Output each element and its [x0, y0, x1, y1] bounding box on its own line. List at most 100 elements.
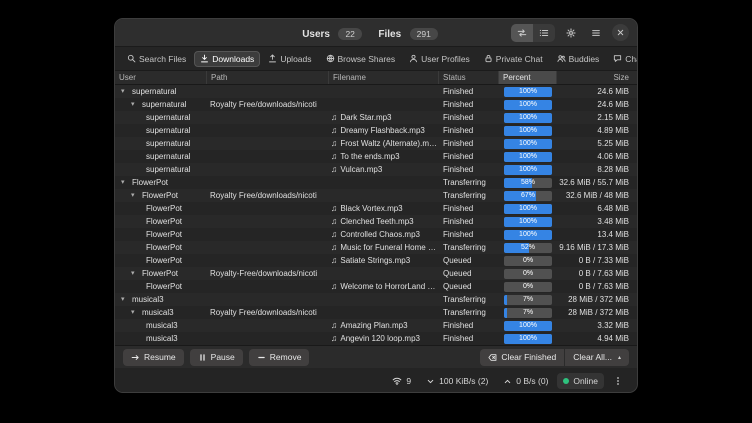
table-row[interactable]: FlowerPot♫Satiate Strings.mp3Queued0%0 B… — [115, 254, 637, 267]
size-cell: 6.48 MiB — [557, 205, 637, 213]
status-cell: Finished — [439, 88, 499, 96]
size-cell: 9.16 MiB / 17.3 MiB — [557, 244, 637, 252]
user-cell: FlowerPot — [146, 283, 182, 291]
table-row[interactable]: supernatural♫To the ends.mp3Finished100%… — [115, 150, 637, 163]
expander-icon[interactable]: ▾ — [121, 179, 129, 186]
tab-user-profiles[interactable]: User Profiles — [403, 51, 476, 67]
remove-button[interactable]: Remove — [249, 349, 310, 366]
table-row[interactable]: supernatural♫Dreamy Flashback.mp3Finishe… — [115, 124, 637, 137]
expander-icon[interactable]: ▾ — [131, 101, 139, 108]
table-row[interactable]: ▾musical3Royalty Free/downloads/nicotiTr… — [115, 306, 637, 319]
main-menu-button[interactable] — [587, 24, 605, 42]
percent-label: 0% — [504, 256, 552, 266]
status-cell: Transferring — [439, 192, 499, 200]
table-row[interactable]: ▾supernaturalRoyalty Free/downloads/nico… — [115, 98, 637, 111]
size-cell: 24.6 MiB — [557, 88, 637, 96]
upload-rate-indicator[interactable]: 0 B/s (0) — [497, 373, 554, 389]
table-row[interactable]: ▾FlowerPotRoyalty-Free/downloads/nicotiQ… — [115, 267, 637, 280]
column-header-path[interactable]: Path — [207, 71, 329, 84]
music-note-icon: ♫ — [331, 256, 337, 265]
tab-label: Browse Shares — [338, 54, 396, 64]
tab-buddies[interactable]: Buddies — [551, 51, 606, 67]
upload-icon — [268, 54, 277, 63]
table-row[interactable]: FlowerPot♫Music for Funeral Home - PartT… — [115, 241, 637, 254]
user-cell: musical3 — [132, 296, 164, 304]
files-count-badge: 291 — [410, 28, 438, 40]
music-note-icon: ♫ — [331, 230, 337, 239]
tab-private-chat[interactable]: Private Chat — [478, 51, 549, 67]
table-row[interactable]: musical3♫Angevin 120 loop.mp3Finished100… — [115, 332, 637, 345]
status-cell: Transferring — [439, 244, 499, 252]
filename-cell: Dreamy Flashback.mp3 — [340, 127, 424, 135]
expander-icon[interactable]: ▾ — [121, 296, 129, 303]
status-menu-button[interactable] — [607, 373, 629, 389]
expander-icon[interactable]: ▾ — [131, 309, 139, 316]
table-row[interactable]: ▾musical3Transferring7%28 MiB / 372 MiB — [115, 293, 637, 306]
connections-indicator[interactable]: 9 — [386, 373, 417, 389]
column-header-size[interactable]: Size — [557, 71, 637, 84]
path-cell: Royalty-Free/downloads/nicoti — [207, 270, 329, 278]
expander-icon[interactable]: ▾ — [131, 192, 139, 199]
size-cell: 28 MiB / 372 MiB — [557, 309, 637, 317]
tab-uploads[interactable]: Uploads — [262, 51, 317, 67]
online-status-button[interactable]: Online — [557, 373, 604, 389]
tab-search-files[interactable]: Search Files — [121, 51, 192, 67]
download-rate-indicator[interactable]: 100 KiB/s (2) — [420, 373, 494, 389]
progress-bar: 52% — [504, 243, 552, 253]
status-cell: Finished — [439, 153, 499, 161]
table-row[interactable]: supernatural♫Dark Star.mp3Finished100%2.… — [115, 111, 637, 124]
pause-button[interactable]: Pause — [190, 349, 243, 366]
clear-finished-button[interactable]: Clear Finished — [480, 349, 564, 366]
percent-label: 52% — [504, 243, 552, 253]
table-row[interactable]: FlowerPot♫Black Vortex.mp3Finished100%6.… — [115, 202, 637, 215]
size-cell: 13.4 MiB — [557, 231, 637, 239]
resume-button[interactable]: Resume — [123, 349, 184, 366]
tab-downloads[interactable]: Downloads — [194, 51, 260, 67]
hamburger-menu-icon — [591, 28, 601, 38]
table-row[interactable]: ▾FlowerPotRoyalty Free/downloads/nicotiT… — [115, 189, 637, 202]
music-note-icon: ♫ — [331, 217, 337, 226]
percent-label: 7% — [504, 308, 552, 318]
buddies-icon — [557, 54, 566, 63]
user-cell: FlowerPot — [146, 231, 182, 239]
column-header-status[interactable]: Status — [439, 71, 499, 84]
table-row[interactable]: ▾supernaturalFinished100%24.6 MiB — [115, 85, 637, 98]
size-cell: 4.89 MiB — [557, 127, 637, 135]
online-label: Online — [573, 376, 598, 386]
column-header-percent[interactable]: Percent — [499, 71, 557, 84]
preferences-button[interactable] — [562, 24, 580, 42]
tab-browse-shares[interactable]: Browse Shares — [320, 51, 402, 67]
column-header-user[interactable]: User — [115, 71, 207, 84]
user-cell: FlowerPot — [142, 270, 178, 278]
expander-icon[interactable]: ▾ — [131, 270, 139, 277]
status-cell: Finished — [439, 101, 499, 109]
table-row[interactable]: ▾FlowerPotTransferring58%32.6 MiB / 55.7… — [115, 176, 637, 189]
expander-icon[interactable]: ▾ — [121, 88, 129, 95]
music-note-icon: ♫ — [331, 139, 337, 148]
close-button[interactable] — [612, 24, 629, 41]
progress-bar: 67% — [504, 191, 552, 201]
backspace-icon — [488, 353, 497, 362]
status-cell: Finished — [439, 231, 499, 239]
tab-chat-rooms[interactable]: Chat Rooms — [607, 51, 638, 67]
table-row[interactable]: musical3♫Amazing Plan.mp3Finished100%3.3… — [115, 319, 637, 332]
table-row[interactable]: FlowerPot♫Clenched Teeth.mp3Finished100%… — [115, 215, 637, 228]
progress-bar: 100% — [504, 100, 552, 110]
search-icon — [127, 54, 136, 63]
chevron-down-icon — [426, 377, 435, 386]
table-row[interactable]: FlowerPot♫Controlled Chaos.mp3Finished10… — [115, 228, 637, 241]
user-cell: FlowerPot — [142, 192, 178, 200]
table-row[interactable]: supernatural♫Frost Waltz (Alternate).mp3… — [115, 137, 637, 150]
transfers-view-toggle[interactable] — [511, 24, 533, 42]
lock-icon — [484, 54, 493, 63]
user-icon — [409, 54, 418, 63]
percent-label: 100% — [504, 321, 552, 331]
progress-bar: 100% — [504, 165, 552, 175]
status-cell: Finished — [439, 127, 499, 135]
table-row[interactable]: supernatural♫Vulcan.mp3Finished100%8.28 … — [115, 163, 637, 176]
clear-all-button[interactable]: Clear All... ▴ — [565, 349, 629, 366]
column-header-filename[interactable]: Filename — [329, 71, 439, 84]
table-row[interactable]: FlowerPot♫Welcome to HorrorLand - hi.mp3… — [115, 280, 637, 293]
user-cell: supernatural — [146, 114, 190, 122]
list-view-toggle[interactable] — [533, 24, 555, 42]
